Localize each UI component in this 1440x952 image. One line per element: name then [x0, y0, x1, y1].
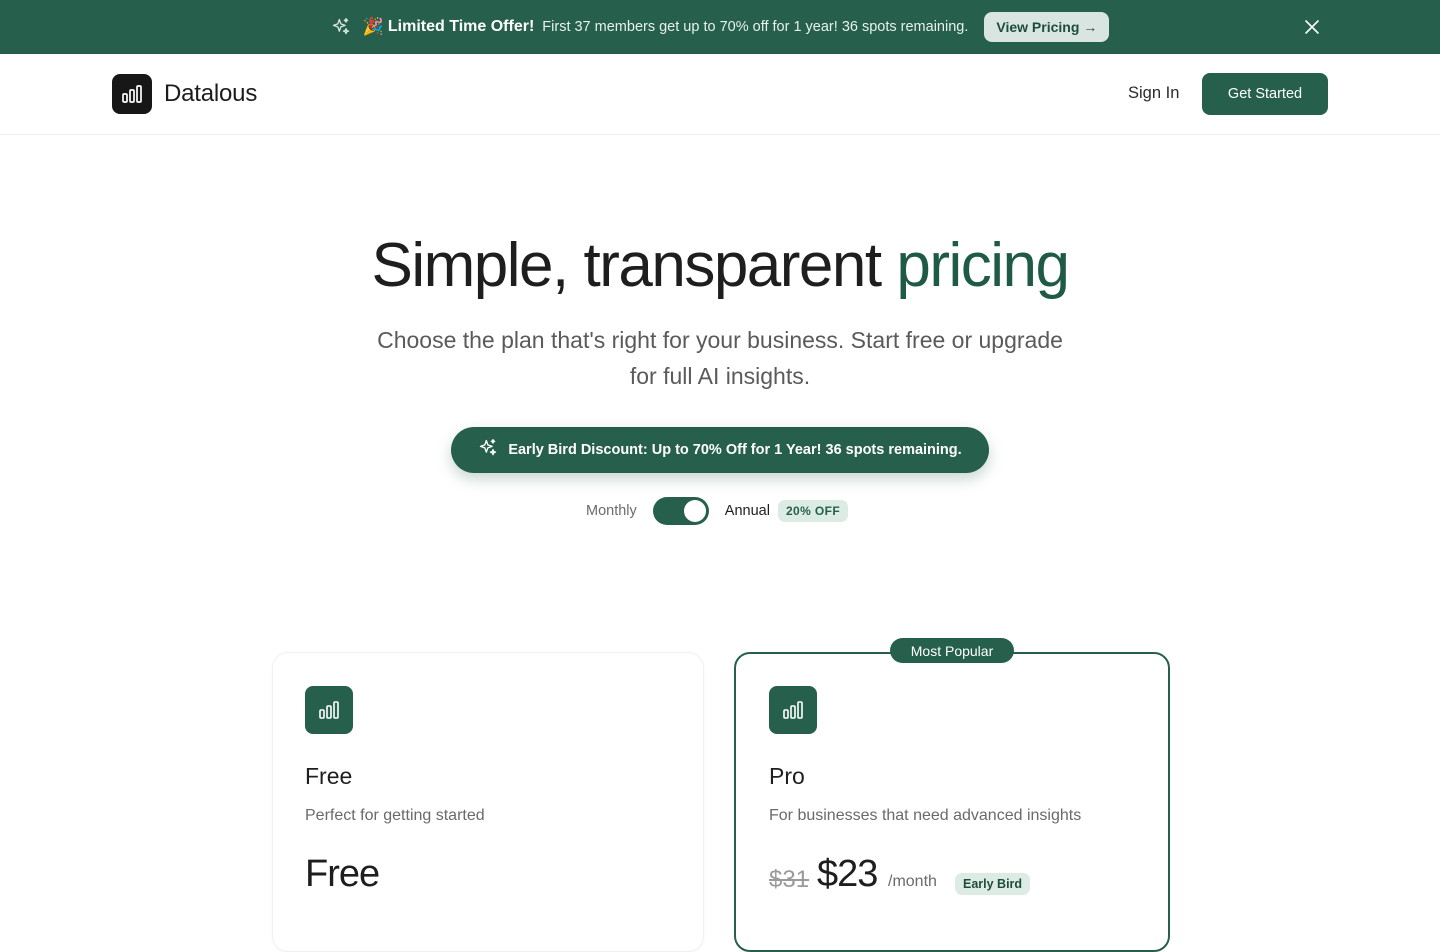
- plan-name: Pro: [769, 763, 805, 789]
- party-emoji: 🎉: [362, 17, 384, 37]
- page-title-main: Simple, transparent: [371, 231, 897, 300]
- logo[interactable]: Datalous: [112, 74, 257, 114]
- plan-name: Free: [305, 763, 353, 789]
- plan-period: /month: [888, 873, 937, 890]
- bar-chart-icon: [305, 686, 353, 734]
- plan-card-free: Free Perfect for getting started Free: [272, 652, 704, 952]
- plan-price: $23: [817, 853, 878, 895]
- bar-chart-icon: [112, 74, 152, 114]
- early-bird-text: Early Bird Discount: Up to 70% Off for 1…: [508, 442, 962, 458]
- toggle-knob: [683, 500, 706, 522]
- annual-label[interactable]: Annual: [725, 503, 770, 519]
- billing-toggle-group: Monthly Annual 20% OFF: [586, 497, 849, 525]
- promo-banner: 🎉 Limited Time Offer! First 37 members g…: [0, 0, 1440, 54]
- sparkles-icon: [331, 17, 351, 37]
- page-subtitle: Choose the plan that's right for your bu…: [377, 327, 1063, 389]
- billing-toggle[interactable]: [652, 497, 709, 525]
- annual-discount-badge: 20% OFF: [777, 500, 849, 522]
- view-pricing-button[interactable]: View Pricing →: [984, 12, 1110, 42]
- bar-chart-icon: [769, 686, 817, 734]
- page-title-accent: pricing: [896, 231, 1070, 300]
- sign-in-link[interactable]: Sign In: [1128, 84, 1179, 103]
- early-bird-badge: Early Bird: [955, 873, 1031, 895]
- logo-text: Datalous: [164, 80, 258, 107]
- get-started-button[interactable]: Get Started: [1202, 73, 1328, 115]
- plan-old-price: $31: [769, 866, 810, 893]
- monthly-label[interactable]: Monthly: [586, 503, 637, 519]
- close-icon[interactable]: [1302, 17, 1322, 37]
- promo-title: Limited Time Offer!: [387, 18, 535, 35]
- sparkles-icon: [478, 438, 498, 462]
- plan-price: Free: [305, 853, 380, 895]
- most-popular-badge: Most Popular: [890, 638, 1014, 663]
- plan-card-pro: Pro For businesses that need advanced in…: [734, 652, 1170, 952]
- page-title: Simple, transparent pricing: [0, 230, 1440, 301]
- plan-description: For businesses that need advanced insigh…: [769, 807, 1082, 824]
- early-bird-banner: Early Bird Discount: Up to 70% Off for 1…: [451, 427, 989, 473]
- promo-text: First 37 members get up to 70% off for 1…: [542, 19, 969, 35]
- site-header: Datalous Sign In Get Started: [0, 54, 1440, 135]
- plan-description: Perfect for getting started: [305, 807, 485, 824]
